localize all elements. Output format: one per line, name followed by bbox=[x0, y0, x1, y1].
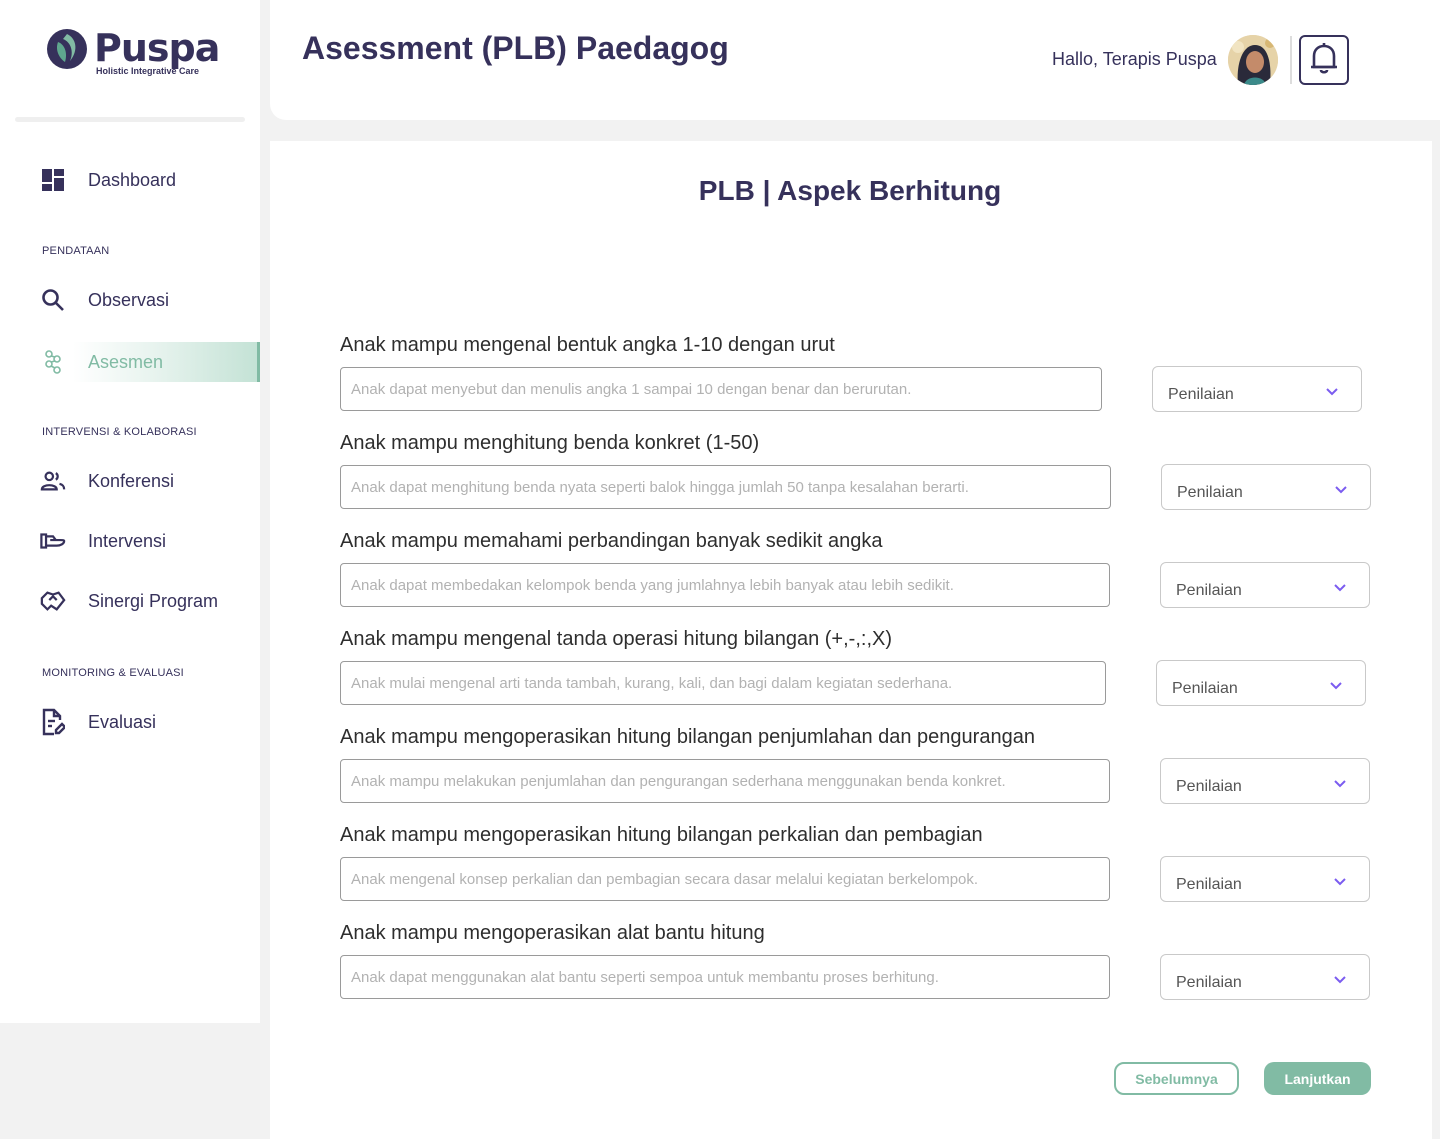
form-title: PLB | Aspek Berhitung bbox=[698, 175, 1002, 206]
search-icon bbox=[40, 287, 66, 313]
logo-mark-icon bbox=[46, 28, 88, 70]
question-input[interactable] bbox=[340, 661, 1106, 705]
section-label-pendataan: PENDATAAN bbox=[42, 245, 110, 257]
question-label: Anak mampu mengenal tanda operasi hitung… bbox=[340, 628, 893, 650]
question-input[interactable] bbox=[340, 563, 1110, 607]
penilaian-select[interactable]: Penilaian bbox=[1160, 562, 1370, 608]
handshake-icon bbox=[40, 588, 66, 614]
sidebar-item-evaluasi[interactable]: Evaluasi bbox=[0, 702, 260, 742]
question-input[interactable] bbox=[340, 465, 1111, 509]
question-input[interactable] bbox=[340, 857, 1110, 901]
top-header: Asessment (PLB) Paedagog Hallo, Terapis … bbox=[270, 0, 1440, 120]
chevron-down-icon bbox=[1333, 875, 1347, 889]
chevron-down-icon bbox=[1333, 581, 1347, 595]
question-input[interactable] bbox=[340, 955, 1110, 999]
question-input[interactable] bbox=[340, 759, 1110, 803]
penilaian-select[interactable]: Penilaian bbox=[1156, 660, 1366, 706]
logo[interactable]: Puspa Holistic Integrative Care bbox=[46, 26, 220, 76]
logo-divider bbox=[15, 117, 245, 122]
document-edit-icon bbox=[40, 708, 66, 736]
question-label: Anak mampu mengoperasikan alat bantu hit… bbox=[340, 922, 765, 944]
dashboard-icon bbox=[40, 167, 66, 193]
section-label-monitoring: MONITORING & EVALUASI bbox=[42, 667, 184, 679]
sidebar-item-label: Observasi bbox=[88, 289, 170, 310]
chevron-down-icon bbox=[1333, 777, 1347, 791]
page-title: Asessment (PLB) Paedagog bbox=[302, 30, 729, 66]
sidebar-item-label: Asesmen bbox=[88, 351, 164, 372]
sidebar-item-dashboard[interactable]: Dashboard bbox=[0, 160, 260, 200]
penilaian-select[interactable]: Penilaian bbox=[1152, 366, 1362, 412]
previous-button[interactable]: Sebelumnya bbox=[1114, 1062, 1239, 1095]
select-value: Penilaian bbox=[1176, 974, 1242, 991]
sidebar-item-sinergi-program[interactable]: Sinergi Program bbox=[0, 581, 260, 621]
penilaian-select[interactable]: Penilaian bbox=[1161, 464, 1371, 510]
penilaian-select[interactable]: Penilaian bbox=[1160, 758, 1370, 804]
chevron-down-icon bbox=[1333, 973, 1347, 987]
question-label: Anak mampu mengoperasikan hitung bilanga… bbox=[340, 726, 1035, 748]
sidebar-item-asesmen[interactable]: Asesmen bbox=[0, 342, 260, 382]
sidebar-item-label: Dashboard bbox=[88, 169, 177, 190]
penilaian-select[interactable]: Penilaian bbox=[1160, 954, 1370, 1000]
select-value: Penilaian bbox=[1176, 582, 1242, 599]
chevron-down-icon bbox=[1334, 483, 1348, 497]
header-divider bbox=[1290, 36, 1292, 84]
question-label: Anak mampu memahami perbandingan banyak … bbox=[340, 530, 883, 552]
question-label: Anak mampu mengenal bentuk angka 1-10 de… bbox=[340, 334, 835, 356]
main-content: PLB | Aspek Berhitung Anak mampu mengena… bbox=[270, 141, 1432, 1139]
select-value: Penilaian bbox=[1176, 876, 1242, 893]
select-value: Penilaian bbox=[1168, 386, 1234, 403]
asesmen-icon bbox=[40, 349, 66, 375]
sidebar-item-label: Sinergi Program bbox=[88, 590, 219, 611]
sidebar-item-konferensi[interactable]: Konferensi bbox=[0, 461, 260, 501]
people-icon bbox=[40, 468, 66, 494]
logo-name: Puspa bbox=[94, 26, 220, 70]
sidebar-item-observasi[interactable]: Observasi bbox=[0, 280, 260, 320]
sidebar: Puspa Holistic Integrative Care Dashboar… bbox=[0, 0, 260, 1023]
select-value: Penilaian bbox=[1177, 484, 1243, 501]
hand-icon bbox=[40, 528, 66, 554]
chevron-down-icon bbox=[1329, 679, 1343, 693]
sidebar-item-label: Evaluasi bbox=[88, 711, 157, 732]
question-label: Anak mampu menghitung benda konkret (1-5… bbox=[340, 432, 760, 454]
bell-icon bbox=[1309, 41, 1339, 80]
chevron-down-icon bbox=[1325, 385, 1339, 399]
select-value: Penilaian bbox=[1172, 680, 1238, 697]
greeting-text: Hallo, Terapis Puspa bbox=[1052, 49, 1217, 69]
select-value: Penilaian bbox=[1176, 778, 1242, 795]
notification-button[interactable] bbox=[1299, 35, 1349, 85]
section-label-intervensi: INTERVENSI & KOLABORASI bbox=[42, 426, 197, 438]
avatar[interactable] bbox=[1228, 35, 1278, 85]
sidebar-item-label: Intervensi bbox=[88, 530, 167, 551]
penilaian-select[interactable]: Penilaian bbox=[1160, 856, 1370, 902]
question-label: Anak mampu mengoperasikan hitung bilanga… bbox=[340, 824, 983, 846]
question-input[interactable] bbox=[340, 367, 1102, 411]
sidebar-item-label: Konferensi bbox=[88, 470, 175, 491]
next-button[interactable]: Lanjutkan bbox=[1264, 1062, 1371, 1095]
sidebar-item-intervensi[interactable]: Intervensi bbox=[0, 521, 260, 561]
